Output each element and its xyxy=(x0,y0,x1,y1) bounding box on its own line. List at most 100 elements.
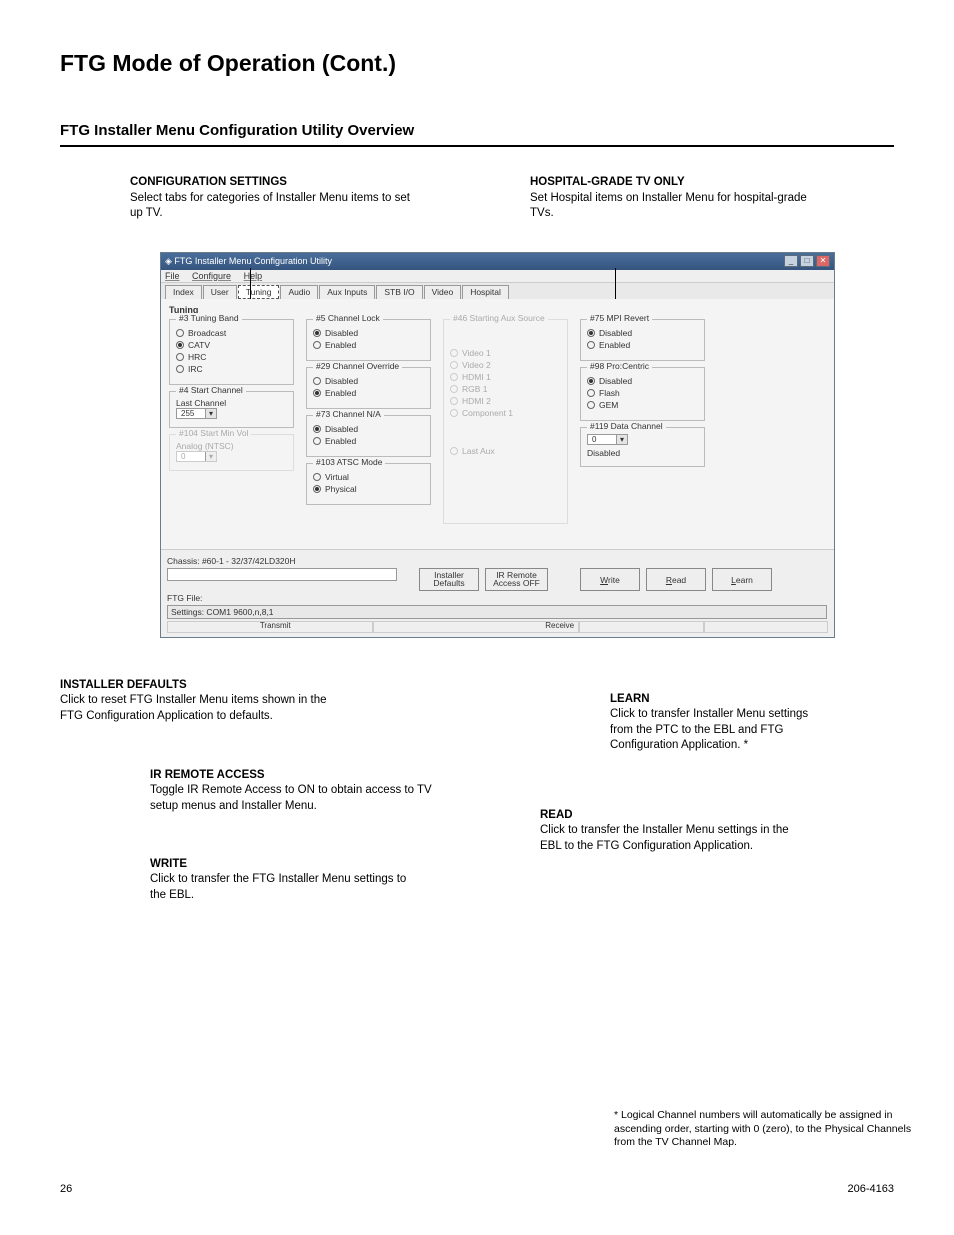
group-channel-lock: #5 Channel Lock Disabled Enabled xyxy=(306,319,431,361)
close-button[interactable]: ✕ xyxy=(816,255,830,267)
tab-panel: Tuning #3 Tuning Band Broadcast CATV HRC… xyxy=(161,299,834,549)
group-channel-override: #29 Channel Override Disabled Enabled xyxy=(306,367,431,409)
radio-label: Disabled xyxy=(599,328,632,338)
radio-label: Video 2 xyxy=(462,360,491,370)
btn-rest: earn xyxy=(736,575,753,585)
group-mpi-revert: #75 MPI Revert Disabled Enabled xyxy=(580,319,705,361)
menu-configure[interactable]: Configure xyxy=(192,271,231,281)
callout-body: Set Hospital items on Installer Menu for… xyxy=(530,192,807,220)
radio-last-aux: Last Aux xyxy=(450,446,561,456)
radio-flash[interactable]: Flash xyxy=(587,388,698,398)
radio-label: Disabled xyxy=(325,376,358,386)
dropdown-value: 0 xyxy=(588,435,616,444)
callout-config-settings: CONFIGURATION SETTINGS Select tabs for c… xyxy=(130,175,420,222)
radio-hdmi1: HDMI 1 xyxy=(450,372,561,382)
radio-catv[interactable]: CATV xyxy=(176,340,287,350)
menu-file[interactable]: File xyxy=(165,271,180,281)
radio-physical[interactable]: Physical xyxy=(313,484,424,494)
radio-enabled[interactable]: Enabled xyxy=(313,436,424,446)
radio-virtual[interactable]: Virtual xyxy=(313,472,424,482)
ftg-file-label: FTG File: xyxy=(167,593,202,603)
label: Last Channel xyxy=(176,398,287,408)
callout-body: Toggle IR Remote Access to ON to obtain … xyxy=(150,784,432,812)
callout-read: READ Click to transfer the Installer Men… xyxy=(540,808,790,855)
radio-enabled[interactable]: Enabled xyxy=(313,388,424,398)
radio-label: Disabled xyxy=(599,376,632,386)
chassis-label: Chassis: #60-1 - 32/37/42LD320H xyxy=(167,556,397,566)
minimize-button[interactable]: _ xyxy=(784,255,798,267)
legend: #5 Channel Lock xyxy=(313,313,383,323)
radio-label: Enabled xyxy=(325,388,356,398)
radio-video1: Video 1 xyxy=(450,348,561,358)
legend: #73 Channel N/A xyxy=(313,409,384,419)
radio-label: Broadcast xyxy=(188,328,226,338)
radio-label: Virtual xyxy=(325,472,349,482)
start-channel-dropdown[interactable]: 255▾ xyxy=(176,408,217,419)
data-channel-dropdown[interactable]: 0▾ xyxy=(587,434,628,445)
page-title: FTG Mode of Operation (Cont.) xyxy=(60,50,894,77)
radio-disabled[interactable]: Disabled xyxy=(313,424,424,434)
btn-rest: rite xyxy=(608,575,620,585)
radio-label: Enabled xyxy=(325,436,356,446)
ir-remote-button[interactable]: IR Remote Access OFF xyxy=(485,568,548,591)
radio-broadcast[interactable]: Broadcast xyxy=(176,328,287,338)
callout-body: Click to reset FTG Installer Menu items … xyxy=(60,694,327,722)
radio-hrc[interactable]: HRC xyxy=(176,352,287,362)
radio-label: Enabled xyxy=(325,340,356,350)
legend: #29 Channel Override xyxy=(313,361,402,371)
chassis-field[interactable] xyxy=(167,568,397,581)
tab-stb-io[interactable]: STB I/O xyxy=(376,285,422,299)
tab-video[interactable]: Video xyxy=(424,285,462,299)
tab-user[interactable]: User xyxy=(203,285,237,299)
chevron-down-icon: ▾ xyxy=(205,409,216,418)
legend: #119 Data Channel xyxy=(587,421,666,431)
titlebar: ◈ FTG Installer Menu Configuration Utili… xyxy=(161,253,834,270)
legend: #75 MPI Revert xyxy=(587,313,652,323)
tab-tuning[interactable]: Tuning xyxy=(238,285,280,299)
btn-line: Defaults xyxy=(433,578,464,588)
maximize-button[interactable]: □ xyxy=(800,255,814,267)
group-start-channel: #4 Start Channel Last Channel 255▾ xyxy=(169,391,294,428)
read-button[interactable]: Read xyxy=(646,568,706,591)
radio-disabled[interactable]: Disabled xyxy=(313,376,424,386)
tab-audio[interactable]: Audio xyxy=(280,285,318,299)
blank-cell xyxy=(579,621,703,633)
tab-hospital[interactable]: Hospital xyxy=(462,285,509,299)
radio-video2: Video 2 xyxy=(450,360,561,370)
radio-label: Video 1 xyxy=(462,348,491,358)
radio-disabled[interactable]: Disabled xyxy=(313,328,424,338)
radio-enabled[interactable]: Enabled xyxy=(587,340,698,350)
legend: #98 Pro:Centric xyxy=(587,361,652,371)
chevron-down-icon: ▾ xyxy=(616,435,627,444)
learn-button[interactable]: Learn xyxy=(712,568,772,591)
radio-enabled[interactable]: Enabled xyxy=(313,340,424,350)
radio-gem[interactable]: GEM xyxy=(587,400,698,410)
callout-body: Click to transfer Installer Menu setting… xyxy=(610,708,808,751)
transmit-cell: Transmit xyxy=(167,621,373,633)
callout-ir-remote: IR REMOTE ACCESS Toggle IR Remote Access… xyxy=(150,768,440,815)
callout-head: READ xyxy=(540,809,573,821)
menubar: File Configure Help xyxy=(161,270,834,283)
footnote: * Logical Channel numbers will automatic… xyxy=(614,1109,924,1150)
radio-label: HRC xyxy=(188,352,206,362)
radio-disabled[interactable]: Disabled xyxy=(587,328,698,338)
tab-aux-inputs[interactable]: Aux Inputs xyxy=(319,285,375,299)
legend: #4 Start Channel xyxy=(176,385,246,395)
radio-disabled[interactable]: Disabled xyxy=(587,376,698,386)
callout-head: LEARN xyxy=(610,693,650,705)
radio-irc[interactable]: IRC xyxy=(176,364,287,374)
callout-head: WRITE xyxy=(150,858,187,870)
tab-index[interactable]: Index xyxy=(165,285,202,299)
page-footer: 26 206-4163 xyxy=(60,1183,894,1195)
menu-help[interactable]: Help xyxy=(244,271,263,281)
write-button[interactable]: Write xyxy=(580,568,640,591)
label: Transmit xyxy=(260,621,291,630)
label: Receive xyxy=(545,621,574,630)
radio-label: Last Aux xyxy=(462,446,495,456)
installer-defaults-button[interactable]: Installer Defaults xyxy=(419,568,479,591)
callout-body: Select tabs for categories of Installer … xyxy=(130,192,410,220)
app-window: ◈ FTG Installer Menu Configuration Utili… xyxy=(160,252,835,638)
page-number: 26 xyxy=(60,1183,72,1195)
group-channel-na: #73 Channel N/A Disabled Enabled xyxy=(306,415,431,457)
callout-body: Click to transfer the Installer Menu set… xyxy=(540,824,789,852)
